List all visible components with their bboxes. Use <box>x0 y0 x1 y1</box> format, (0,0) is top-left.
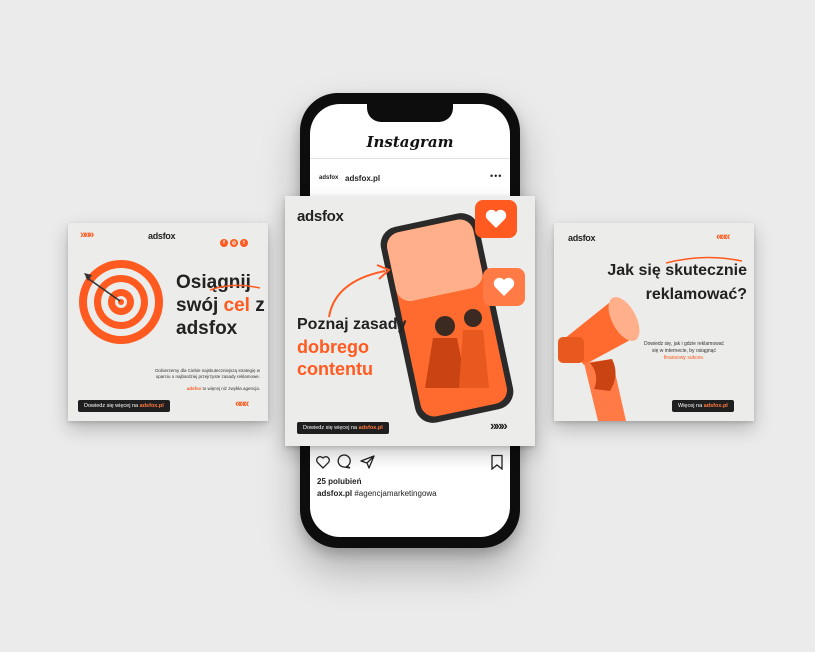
cta-button[interactable]: Dowiedz się więcej na adsfox.pl <box>78 400 170 412</box>
headline-line-2: dobrego <box>297 337 369 357</box>
caption-hashtag[interactable]: #agencjamarketingowa <box>354 489 436 498</box>
post-username[interactable]: adsfox.pl <box>345 174 380 183</box>
body-highlight: finansowy sukces. <box>663 355 705 361</box>
header-divider <box>310 158 510 159</box>
cta-button[interactable]: Więcej na adsfox.pl <box>672 400 734 412</box>
headline-line-2: swój cel z <box>176 295 265 316</box>
arrow-doodle <box>328 264 391 318</box>
brand-logo: adsfox <box>568 233 596 243</box>
phone-notch <box>367 100 453 122</box>
caption-username[interactable]: adsfox.pl <box>317 489 352 498</box>
share-icon[interactable] <box>360 455 375 469</box>
brand-logo: adsfox <box>297 208 344 225</box>
twitter-icon[interactable]: t <box>240 239 248 247</box>
chevrons-left-icon: ««« <box>716 231 730 243</box>
bookmark-icon[interactable] <box>491 454 503 470</box>
avatar[interactable]: adsfox <box>319 175 338 181</box>
right-post-card: adsfox ««« Jak się skutecznie reklamować… <box>554 223 754 421</box>
instagram-title: Instagram <box>366 133 454 151</box>
headline-line-3: adsfox <box>176 318 238 339</box>
headline-line-1: Poznaj zasady <box>297 316 407 333</box>
body-line-2: oparciu o najbardziej przejrzyste zasady… <box>155 374 260 379</box>
chevrons-right-icon: »»» <box>490 418 508 433</box>
center-post-card: adsfox Poznaj zasady dobrego contentu Do… <box>285 196 535 446</box>
likes-count: 25 polubień <box>317 477 362 486</box>
headline-line-3: contentu <box>297 359 373 379</box>
body-line-2: się w internecie, by osiągnąć <box>652 348 716 354</box>
post-actions <box>316 454 503 470</box>
instagram-icon[interactable]: ◎ <box>230 239 238 247</box>
brand-line: adsfox to więcej niż zwykła agencja. <box>186 386 260 391</box>
swoosh-underline <box>209 284 261 291</box>
target-icon <box>79 260 163 344</box>
like-icon[interactable] <box>316 456 330 469</box>
facebook-icon[interactable]: f <box>220 239 228 247</box>
social-icons: f ◎ t <box>218 231 248 249</box>
more-options-icon[interactable]: ••• <box>490 171 502 181</box>
post-caption: adsfox.pl #agencjamarketingowa <box>317 489 437 498</box>
chevrons-right-icon: »»» <box>80 229 94 241</box>
cta-button[interactable]: Dowiedz się więcej na adsfox.pl <box>297 422 389 434</box>
swoosh-underline <box>665 256 743 264</box>
comment-icon[interactable] <box>337 454 351 469</box>
left-post-card: »»» adsfox f ◎ t Osiągnij swój cel z adsfo… <box>68 223 268 421</box>
body-line-1: Dowiedz się, jak i gdzie reklamować <box>643 341 725 347</box>
chevrons-left-icon: ««« <box>235 398 249 410</box>
brand-logo: adsfox <box>148 231 176 241</box>
